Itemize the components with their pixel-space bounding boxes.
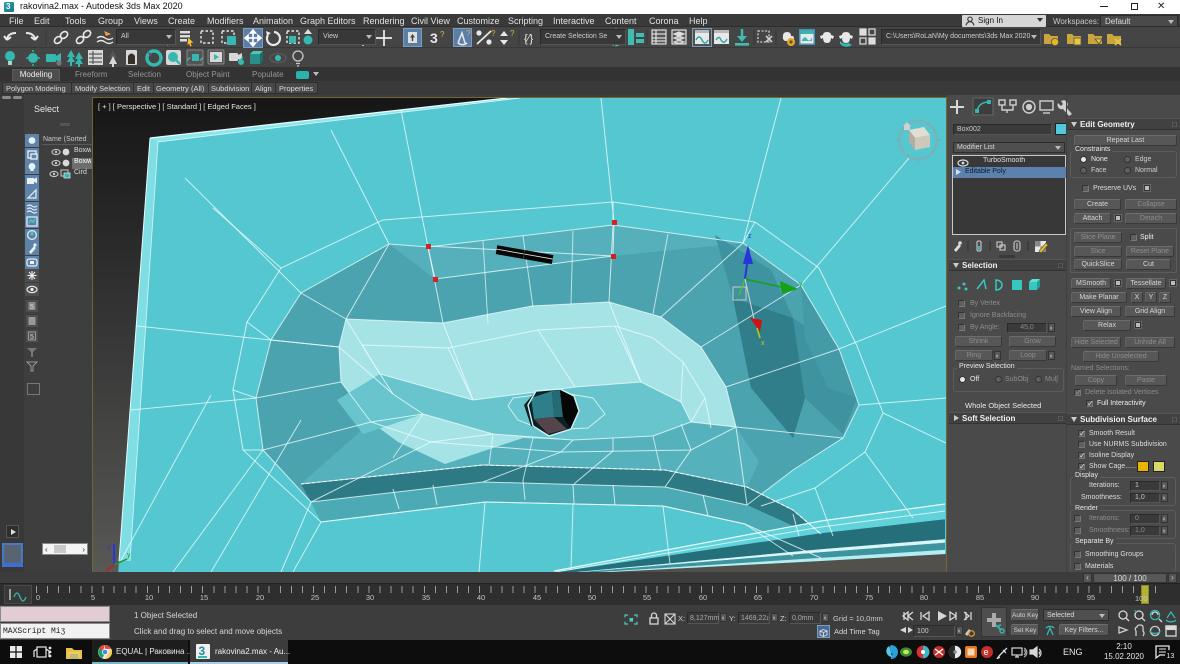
svg-text:y: y xyxy=(127,552,131,559)
svg-text:3: 3 xyxy=(430,30,438,46)
svg-text:?: ? xyxy=(440,30,445,39)
svg-text:?: ? xyxy=(491,29,496,38)
svg-text:e: e xyxy=(984,647,989,657)
svg-text:z: z xyxy=(748,233,752,240)
svg-text:y: y xyxy=(799,281,803,288)
svg-text:x: x xyxy=(761,340,765,347)
svg-text:[ + ] [ Perspective ] [ Standa: [ + ] [ Perspective ] [ Standard ] [ Edg… xyxy=(98,102,256,111)
svg-text:5: 5 xyxy=(30,334,34,341)
svg-text:z: z xyxy=(107,545,111,552)
svg-text:5: 5 xyxy=(30,304,34,311)
svg-text:?: ? xyxy=(466,29,471,38)
svg-text:13: 13 xyxy=(1167,653,1175,660)
svg-text:{⁄}: {⁄} xyxy=(524,33,534,45)
svg-text:?: ? xyxy=(510,29,515,38)
